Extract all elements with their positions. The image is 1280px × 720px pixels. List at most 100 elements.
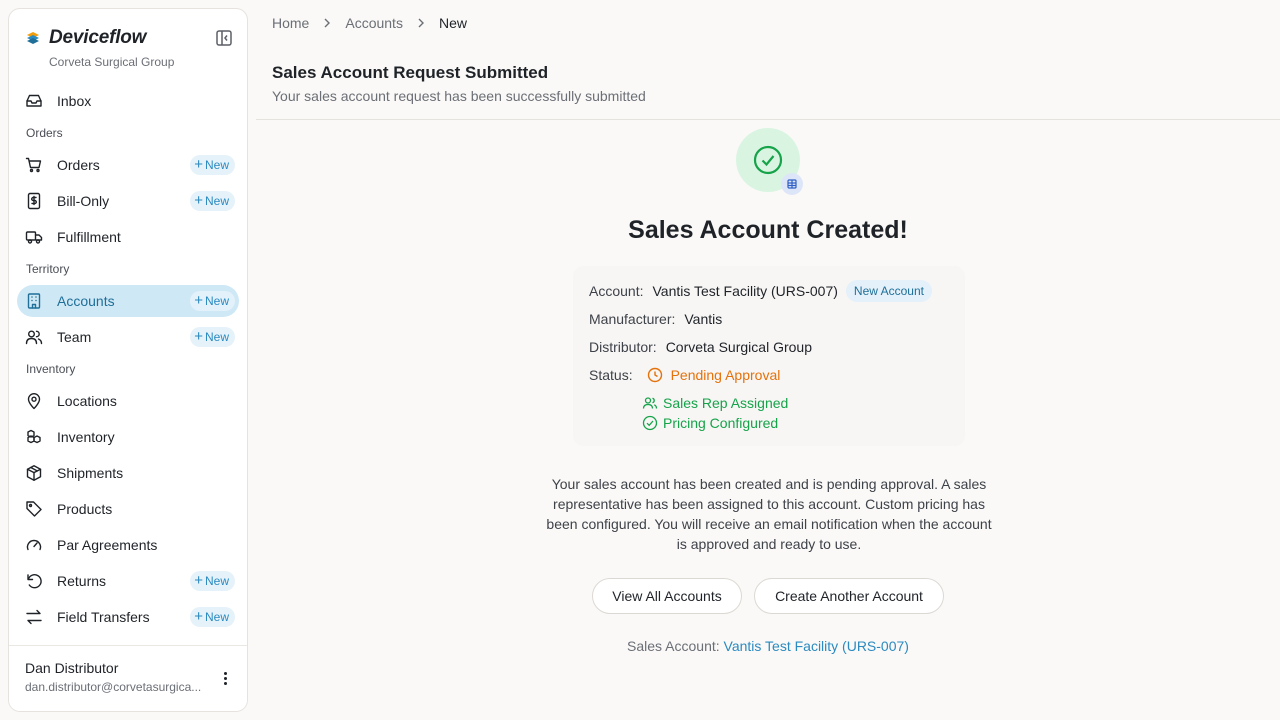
gauge-icon <box>26 539 42 551</box>
transfer-icon <box>26 609 42 625</box>
package-icon <box>25 464 43 482</box>
cart-icon <box>25 157 42 173</box>
distributor-row: Distributor: Corveta Surgical Group <box>589 339 812 355</box>
users-icon <box>25 328 43 346</box>
cart-icon <box>25 156 43 174</box>
new-team-button[interactable]: + New <box>190 327 235 347</box>
new-label: New <box>204 294 229 308</box>
page-title: Sales Account Request Submitted <box>272 63 549 82</box>
manufacturer-value: Vantis <box>684 311 723 327</box>
users-icon <box>642 397 658 409</box>
map-pin-icon <box>25 392 43 410</box>
return-icon <box>27 574 42 589</box>
breadcrumb-current: New <box>438 15 467 31</box>
sidebar-item-label: Inventory <box>57 429 115 445</box>
sales-account-link[interactable]: Vantis Test Facility (URS-007) <box>724 638 909 654</box>
sidebar-item-label: Fulfillment <box>57 229 121 245</box>
sidebar-item-par-agreements[interactable]: Par Agreements <box>17 529 239 561</box>
sidebar-item-label: Returns <box>57 573 107 589</box>
truck-icon <box>25 231 43 244</box>
chevron-right-icon <box>417 15 425 31</box>
building-badge <box>781 173 803 195</box>
receipt-icon <box>25 192 43 210</box>
sidebar-item-bill-only[interactable]: Bill-Only + New <box>17 185 239 217</box>
view-all-accounts-button[interactable]: View All Accounts <box>592 578 742 614</box>
new-bill-only-button[interactable]: + New <box>190 191 235 211</box>
new-field-transfers-button[interactable]: + New <box>190 607 235 627</box>
new-accounts-button[interactable]: + New <box>190 291 235 311</box>
account-value: Vantis Test Facility (URS-007) <box>652 283 838 299</box>
distributor-value: Corveta Surgical Group <box>665 339 812 355</box>
new-returns-button[interactable]: + New <box>190 571 235 591</box>
new-label: New <box>204 574 229 588</box>
return-icon <box>25 572 43 590</box>
result-title: Sales Account Created! <box>628 216 908 244</box>
breadcrumb-accounts[interactable]: Accounts <box>345 15 403 31</box>
distributor-label: Distributor: <box>589 339 657 355</box>
sidebar: Deviceflow Corveta Surgical Group Inbox O… <box>8 8 248 712</box>
header-divider <box>256 119 1280 120</box>
gauge-icon <box>25 536 43 554</box>
create-another-account-button[interactable]: Create Another Account <box>754 578 944 614</box>
user-email: dan.distributor@corvetasurgica... <box>25 680 202 694</box>
sidebar-item-field-transfers[interactable]: Field Transfers + New <box>17 601 239 633</box>
sidebar-item-products[interactable]: Products <box>17 493 239 525</box>
account-row: Account: Vantis Test Facility (URS-007) … <box>589 280 932 302</box>
clock-icon <box>647 367 662 383</box>
plus-icon: + <box>194 156 203 173</box>
boxes-icon <box>25 428 43 446</box>
pricing-configured-row: Pricing Configured <box>642 415 778 431</box>
brand-name: Deviceflow <box>49 27 147 48</box>
sidebar-item-label: Orders <box>57 157 100 173</box>
user-profile[interactable]: Dan Distributor dan.distributor@corvetas… <box>9 645 247 711</box>
receipt-icon <box>27 192 41 210</box>
sidebar-item-orders[interactable]: Orders + New <box>17 149 239 181</box>
building-icon <box>787 179 797 189</box>
collapse-sidebar-button[interactable] <box>213 27 235 49</box>
status-row: Status: Pending Approval <box>589 367 780 383</box>
sidebar-item-returns[interactable]: Returns + New <box>17 565 239 597</box>
sidebar-item-inventory[interactable]: Inventory <box>17 421 239 453</box>
new-label: New <box>204 158 229 172</box>
plus-icon: + <box>194 572 203 589</box>
more-vertical-icon <box>223 671 227 675</box>
building-icon <box>25 292 43 310</box>
check-circle-icon <box>642 415 658 431</box>
new-account-badge: New Account <box>845 280 932 302</box>
sidebar-item-label: Locations <box>57 393 117 409</box>
page-subtitle: Your sales account request has been succ… <box>272 88 646 104</box>
manufacturer-row: Manufacturer: Vantis <box>589 311 722 327</box>
map-pin-icon <box>27 393 41 410</box>
brand-logo-icon <box>25 30 41 46</box>
chevron-right-icon <box>323 15 331 31</box>
sidebar-nav: Inbox Orders Orders + New Bill-Only + New Fulfil… <box>17 85 239 637</box>
sidebar-section-orders: Orders <box>26 126 63 140</box>
account-details-card: Account: Vantis Test Facility (URS-007) … <box>573 266 965 446</box>
new-label: New <box>204 194 229 208</box>
plus-icon: + <box>194 608 203 625</box>
new-orders-button[interactable]: + New <box>190 155 235 175</box>
sidebar-item-label: Par Agreements <box>57 537 158 553</box>
sales-account-footer: Sales Account: Vantis Test Facility (URS… <box>256 638 1280 654</box>
sidebar-item-accounts[interactable]: Accounts + New <box>17 285 239 317</box>
plus-icon: + <box>194 292 203 309</box>
plus-icon: + <box>194 328 203 345</box>
manufacturer-label: Manufacturer: <box>589 311 676 327</box>
brand[interactable]: Deviceflow <box>25 27 146 49</box>
footer-label: Sales Account: <box>627 638 720 654</box>
inbox-icon <box>26 94 42 107</box>
sidebar-item-shipments[interactable]: Shipments <box>17 457 239 489</box>
transfer-icon <box>25 608 43 626</box>
sidebar-item-team[interactable]: Team + New <box>17 321 239 353</box>
new-label: New <box>204 610 229 624</box>
user-menu-button[interactable] <box>217 668 233 688</box>
breadcrumb-home[interactable]: Home <box>272 15 309 31</box>
sidebar-item-fulfillment[interactable]: Fulfillment <box>17 221 239 253</box>
building-icon <box>27 293 41 309</box>
sidebar-item-inbox[interactable]: Inbox <box>17 85 239 117</box>
new-label: New <box>204 330 229 344</box>
sidebar-section-territory: Territory <box>26 262 70 276</box>
sidebar-item-locations[interactable]: Locations <box>17 385 239 417</box>
plus-icon: + <box>194 192 203 209</box>
user-name: Dan Distributor <box>25 660 119 676</box>
